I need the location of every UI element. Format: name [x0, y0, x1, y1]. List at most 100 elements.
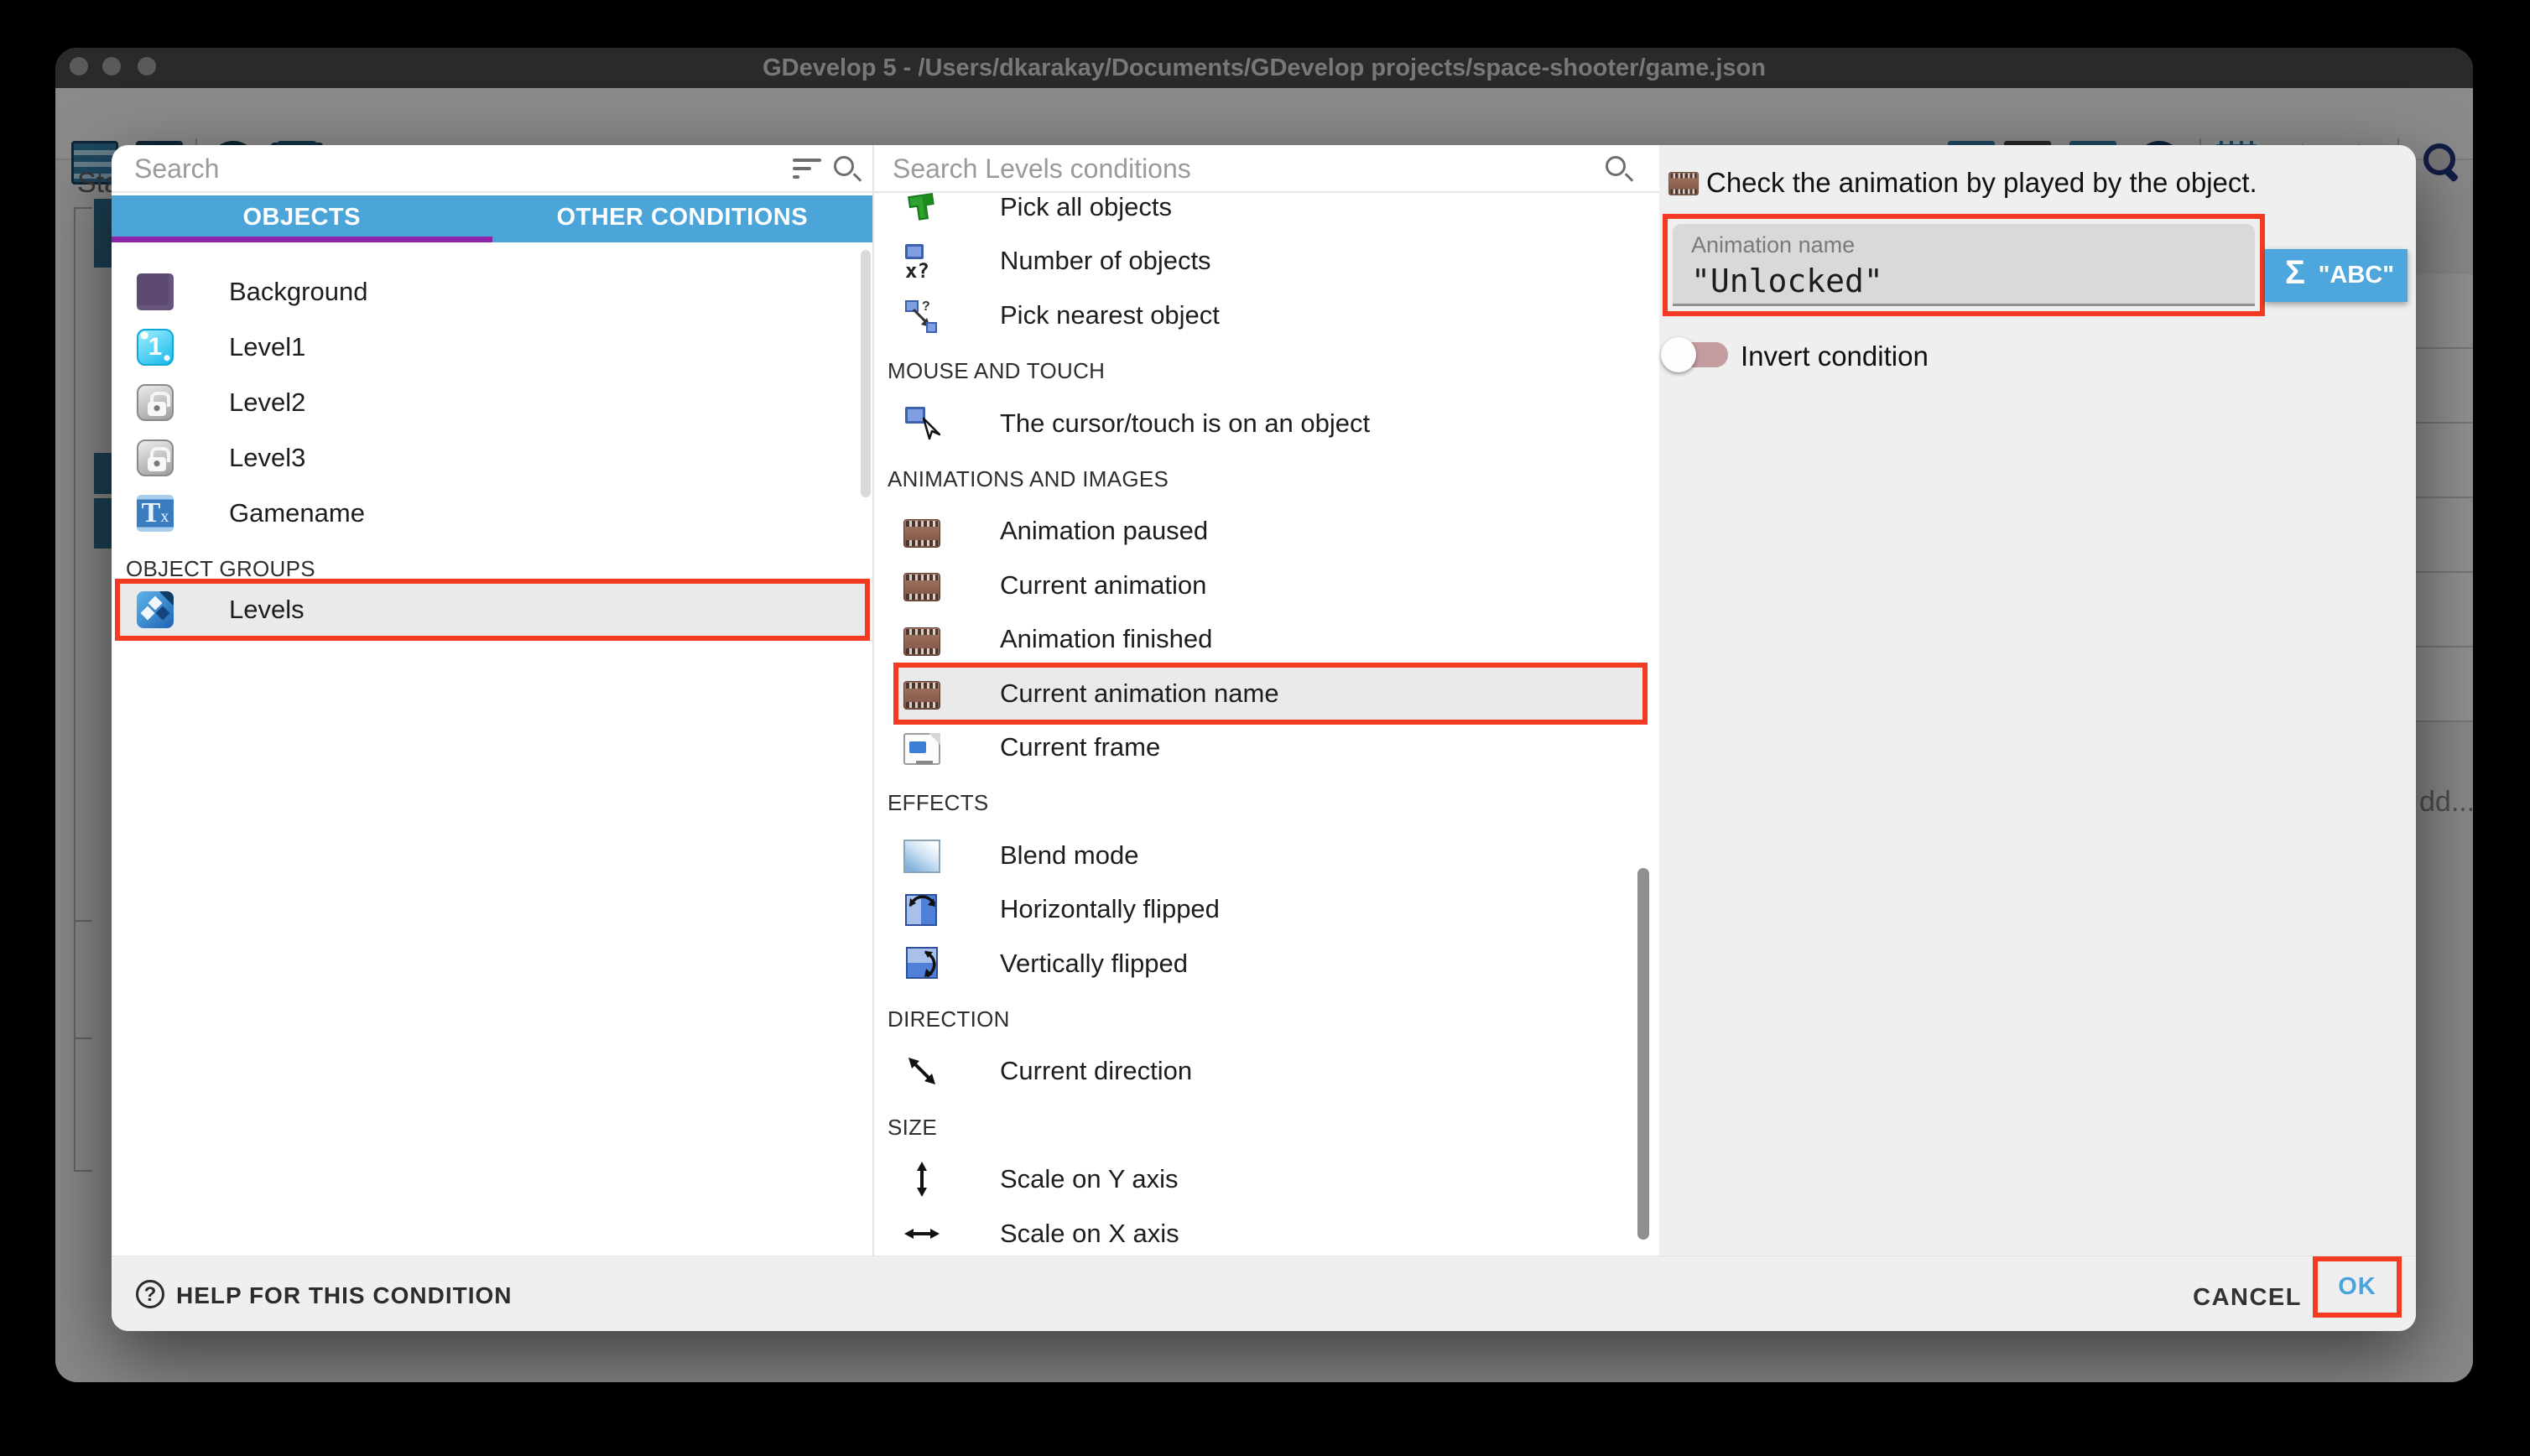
condition-label: Number of objects [1000, 246, 1211, 276]
object-row-gamename[interactable]: TxGamename [112, 486, 872, 541]
condition-row-current-animation-name[interactable]: Current animation name [874, 666, 1659, 721]
invert-condition-label: Invert condition [1741, 341, 1929, 372]
conditions-scrollbar[interactable] [1637, 868, 1649, 1240]
field-label: Animation name [1691, 232, 1855, 258]
condition-row-blend-mode[interactable]: Blend mode [874, 828, 1659, 883]
cancel-button[interactable]: CANCEL [2179, 1277, 2315, 1318]
conditions-list: Pick all objects x? Number of objects? Pick… [874, 193, 1659, 1256]
film-icon [903, 627, 940, 656]
field-value[interactable]: "Unlocked" [1691, 263, 1883, 299]
group-row-levels[interactable]: Levels [112, 582, 872, 637]
parameters-panel: Check the animation by played by the obj… [1659, 145, 2416, 1256]
number-of-objects-icon: x? [903, 242, 940, 279]
app-window: + + + − Sta [55, 48, 2473, 1382]
condition-label: Scale on X axis [1000, 1219, 1179, 1249]
h-flip-icon [903, 891, 940, 928]
animation-icon [1668, 172, 1699, 195]
object-row-level1[interactable]: 1 Level1 [112, 320, 872, 375]
condition-label: Pick nearest object [1000, 300, 1220, 330]
frame-icon [903, 733, 940, 765]
tab-objects[interactable]: OBJECTS [112, 195, 492, 242]
section-header-direction: DIRECTION [888, 1006, 1010, 1032]
section-header-size: SIZE [888, 1115, 937, 1141]
help-icon[interactable]: ? [136, 1280, 164, 1308]
condition-label: Vertically flipped [1000, 949, 1188, 979]
animation-name-field[interactable]: Animation name "Unlocked" [1673, 224, 2255, 306]
condition-label: Current animation [1000, 570, 1206, 601]
condition-label: Animation finished [1000, 624, 1212, 654]
search-icon [1606, 156, 1626, 176]
object-name: Level2 [229, 387, 305, 418]
condition-description: Check the animation by played by the obj… [1706, 168, 2257, 198]
condition-label: Blend mode [1000, 840, 1138, 871]
conditions-search-input[interactable] [893, 148, 1480, 189]
annotation-red-box: Animation name "Unlocked" [1663, 214, 2265, 316]
section-header-mouse-and-touch: MOUSE AND TOUCH [888, 358, 1105, 384]
film-icon [903, 681, 940, 710]
object-name: Level1 [229, 332, 305, 362]
condition-row-number-of-objects[interactable]: x? Number of objects [874, 233, 1659, 289]
conditions-search-row [874, 145, 1659, 193]
invert-condition-toggle-thumb[interactable] [1661, 337, 1696, 372]
object-name: Gamename [229, 498, 365, 528]
background-swatch-icon [137, 273, 174, 310]
condition-row-vertically-flipped[interactable]: Vertically flipped [874, 936, 1659, 991]
object-row-level2[interactable]: Level2 [112, 375, 872, 430]
direction-icon [903, 1053, 940, 1089]
film-icon [903, 519, 940, 548]
condition-label: The cursor/touch is on an object [1000, 408, 1370, 439]
condition-row-scale-on-y-axis[interactable]: Scale on Y axis [874, 1152, 1659, 1207]
condition-row-current-frame[interactable]: Current frame [874, 720, 1659, 775]
blend-mode-icon [903, 840, 940, 873]
objects-list: Background1Level1Level2Level3TxGamenameO… [112, 242, 872, 1256]
objects-search-row [112, 145, 872, 193]
cursor-on-object-icon [903, 405, 940, 442]
condition-label: Animation paused [1000, 516, 1208, 546]
sigma-icon: Σ [2285, 254, 2305, 292]
film-icon [903, 573, 940, 601]
condition-row-scale-on-x-axis[interactable]: Scale on X axis [874, 1206, 1659, 1256]
condition-label: Pick all objects [1000, 193, 1172, 222]
pick-all-objects-icon [903, 193, 940, 226]
filter-icon[interactable] [793, 159, 821, 180]
condition-label: Scale on Y axis [1000, 1164, 1179, 1194]
condition-label: Current animation name [1000, 679, 1279, 709]
objects-panel: OBJECTSOTHER CONDITIONS Background 1 Level… [112, 145, 872, 1256]
dialog-footer: ? HELP FOR THIS CONDITION CANCEL OK [112, 1256, 2416, 1331]
condition-row-pick-all-objects[interactable]: Pick all objects [874, 193, 1659, 235]
condition-editor-dialog: OBJECTSOTHER CONDITIONS Background 1 Level… [112, 145, 2416, 1331]
annotation-red-box: OK [2313, 1256, 2402, 1318]
ok-button[interactable]: OK [2318, 1261, 2397, 1313]
condition-row-pick-nearest-object[interactable]: ? Pick nearest object [874, 288, 1659, 343]
tab-other-conditions[interactable]: OTHER CONDITIONS [492, 195, 873, 242]
object-row-background[interactable]: Background [112, 264, 872, 320]
group-icon [137, 591, 174, 628]
expression-editor-button[interactable]: Σ "ABC" [2265, 249, 2408, 302]
group-name: Levels [229, 595, 305, 625]
lock-icon [137, 439, 174, 476]
objects-search-input[interactable] [134, 148, 721, 189]
condition-row-the-cursor-touch-is-on-an-object[interactable]: The cursor/touch is on an object [874, 396, 1659, 451]
object-name: Background [229, 277, 367, 307]
condition-row-current-direction[interactable]: Current direction [874, 1043, 1659, 1099]
svg-text:?: ? [922, 299, 930, 314]
condition-row-animation-paused[interactable]: Animation paused [874, 503, 1659, 559]
object-row-level3[interactable]: Level3 [112, 430, 872, 486]
level1-icon: 1 [137, 329, 174, 366]
v-flip-icon [903, 945, 940, 982]
object-name: Level3 [229, 443, 305, 473]
expression-button-label: "ABC" [2319, 262, 2394, 289]
objects-scrollbar[interactable] [861, 250, 871, 497]
help-link[interactable]: HELP FOR THIS CONDITION [176, 1282, 513, 1309]
scale-x-icon [903, 1215, 940, 1252]
search-icon [834, 156, 854, 176]
condition-row-horizontally-flipped[interactable]: Horizontally flipped [874, 881, 1659, 937]
condition-row-current-animation[interactable]: Current animation [874, 558, 1659, 613]
condition-label: Current frame [1000, 732, 1160, 762]
section-header-effects: EFFECTS [888, 790, 989, 816]
condition-row-animation-finished[interactable]: Animation finished [874, 611, 1659, 667]
lock-icon [137, 384, 174, 421]
conditions-panel: Pick all objects x? Number of objects? Pick… [872, 145, 1659, 1256]
scale-y-icon [903, 1161, 940, 1198]
condition-label: Horizontally flipped [1000, 894, 1220, 924]
